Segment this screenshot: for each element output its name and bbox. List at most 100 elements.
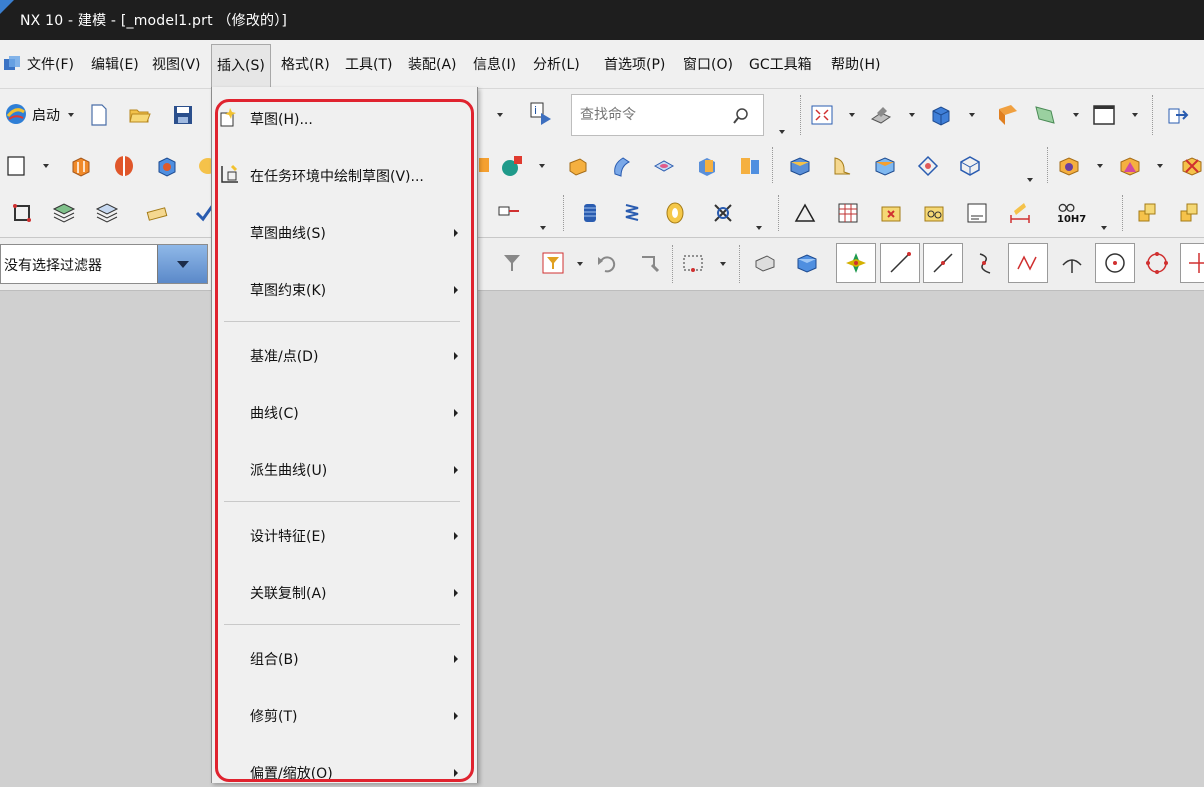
move-object-icon[interactable] — [10, 201, 34, 225]
menu-item-design-feature[interactable]: 设计特征(E) — [212, 520, 477, 550]
section-view-icon[interactable] — [996, 103, 1020, 127]
measure-dropdown-icon[interactable] — [540, 226, 546, 230]
save-icon[interactable] — [171, 103, 195, 127]
selection-filter[interactable]: 没有选择过滤器 — [0, 244, 208, 284]
edge-blend-icon[interactable] — [788, 154, 812, 178]
rectangle-select-icon[interactable] — [681, 251, 705, 275]
mirror-dropdown-icon[interactable] — [1157, 164, 1163, 168]
menu-assembly[interactable]: 装配(A) — [408, 54, 457, 74]
type-filter-dropdown-icon[interactable] — [577, 262, 583, 266]
select-body-icon[interactable] — [795, 251, 819, 275]
unite-dropdown-icon[interactable] — [539, 164, 545, 168]
orient-view-icon[interactable] — [929, 103, 953, 127]
snap-tangent-icon[interactable] — [1060, 251, 1084, 275]
menu-preferences[interactable]: 首选项(P) — [604, 54, 665, 74]
menu-help[interactable]: 帮助(H) — [831, 54, 880, 74]
assembly-parts2-icon[interactable] — [1179, 201, 1203, 225]
search-dropdown-icon[interactable] — [779, 130, 785, 134]
menu-insert[interactable]: 插入(S) — [211, 44, 271, 87]
split-body-icon[interactable] — [738, 154, 762, 178]
snap-midpoint-button[interactable] — [923, 243, 963, 283]
view-dropdown-icon[interactable] — [849, 113, 855, 117]
select-mode-dropdown-icon[interactable] — [720, 262, 726, 266]
undo-select-icon[interactable] — [595, 251, 619, 275]
section-dropdown-icon[interactable] — [1073, 113, 1079, 117]
offset-face-icon[interactable] — [958, 154, 982, 178]
info-icon[interactable]: i — [529, 101, 553, 125]
open-folder-icon[interactable] — [128, 103, 152, 127]
menu-tools[interactable]: 工具(T) — [345, 54, 392, 74]
search-icon[interactable] — [732, 107, 750, 125]
new-file-icon[interactable] — [87, 103, 111, 127]
extract-icon[interactable] — [1180, 154, 1204, 178]
mirror-icon[interactable] — [1118, 154, 1142, 178]
command-search-input[interactable] — [578, 106, 732, 124]
select-face-icon[interactable] — [753, 251, 777, 275]
edit-object-icon[interactable] — [145, 201, 169, 225]
menu-item-sketch-constraint[interactable]: 草图约束(K) — [212, 274, 477, 304]
menu-information[interactable]: 信息(I) — [473, 54, 516, 74]
selection-filter-dropdown[interactable] — [157, 245, 207, 283]
folder-point-icon[interactable] — [879, 201, 903, 225]
start-dropdown-icon[interactable] — [68, 113, 74, 117]
hole-icon[interactable] — [155, 154, 179, 178]
orient-dropdown-icon[interactable] — [969, 113, 975, 117]
snap-all-button[interactable] — [836, 243, 876, 283]
dimension-icon[interactable] — [1008, 201, 1032, 225]
menu-format[interactable]: 格式(R) — [281, 54, 330, 74]
trim-body-icon[interactable] — [695, 154, 719, 178]
block-icon[interactable] — [566, 154, 590, 178]
menu-file[interactable]: 文件(F) — [27, 54, 74, 74]
layout-dropdown-icon[interactable] — [1132, 113, 1138, 117]
sketch-dropdown-icon[interactable] — [43, 164, 49, 168]
layer-settings-icon[interactable] — [52, 201, 76, 225]
menu-item-associative-copy[interactable]: 关联复制(A) — [212, 577, 477, 607]
snap-center-button[interactable] — [1095, 243, 1135, 283]
menu-item-sketch[interactable]: 草图(H)... — [212, 103, 477, 133]
table-icon[interactable] — [836, 201, 860, 225]
feature-dropdown-icon[interactable] — [1027, 178, 1033, 182]
sweep-icon[interactable] — [609, 154, 633, 178]
deselect-icon[interactable] — [638, 251, 662, 275]
thread-icon[interactable] — [578, 201, 602, 225]
washer-icon[interactable] — [663, 201, 687, 225]
export-icon[interactable] — [1166, 103, 1190, 127]
menu-item-datum-point[interactable]: 基准/点(D) — [212, 340, 477, 370]
menu-item-derived-curve[interactable]: 派生曲线(U) — [212, 454, 477, 484]
pattern-feature-icon[interactable] — [1057, 154, 1081, 178]
start-button[interactable]: 启动 — [32, 105, 60, 125]
sketch-rect-icon[interactable] — [5, 154, 29, 178]
move-to-layer-icon[interactable] — [95, 201, 119, 225]
snap-control-point-icon[interactable] — [974, 251, 998, 275]
menu-analysis[interactable]: 分析(L) — [533, 54, 580, 74]
shell-icon[interactable] — [873, 154, 897, 178]
note-icon[interactable] — [965, 201, 989, 225]
annotation-dropdown-icon[interactable] — [1101, 226, 1107, 230]
menu-item-trim[interactable]: 修剪(T) — [212, 700, 477, 730]
spring-icon[interactable] — [620, 201, 644, 225]
menu-item-combine[interactable]: 组合(B) — [212, 643, 477, 673]
gear-spring-icon[interactable] — [711, 201, 735, 225]
tools-dropdown-icon[interactable] — [756, 226, 762, 230]
snap-point-on-curve-button[interactable] — [1180, 243, 1204, 283]
assembly-parts-icon[interactable] — [1137, 201, 1161, 225]
command-search-box[interactable] — [571, 94, 764, 136]
face-icon[interactable] — [652, 154, 676, 178]
unite-icon[interactable] — [500, 154, 524, 178]
menu-item-sketch-curve[interactable]: 草图曲线(S) — [212, 217, 477, 247]
toolbar-dropdown-icon[interactable] — [497, 113, 503, 117]
render-style-icon[interactable] — [869, 103, 893, 127]
folder-gears-icon[interactable] — [922, 201, 946, 225]
extrude-icon[interactable] — [69, 154, 93, 178]
menu-edit[interactable]: 编辑(E) — [91, 54, 139, 74]
menu-gc-toolkit[interactable]: GC工具箱 — [749, 54, 812, 74]
chamfer-icon[interactable] — [830, 154, 854, 178]
menu-window[interactable]: 窗口(O) — [683, 54, 733, 74]
fit-view-icon[interactable] — [810, 103, 834, 127]
filter-funnel-icon[interactable] — [500, 251, 524, 275]
menu-item-sketch-in-task-environment[interactable]: 在任务环境中绘制草图(V)... — [212, 160, 477, 190]
measure-icon[interactable] — [497, 201, 521, 225]
start-icon[interactable] — [4, 102, 28, 126]
type-filter-icon[interactable] — [541, 251, 565, 275]
menu-view[interactable]: 视图(V) — [152, 54, 201, 74]
